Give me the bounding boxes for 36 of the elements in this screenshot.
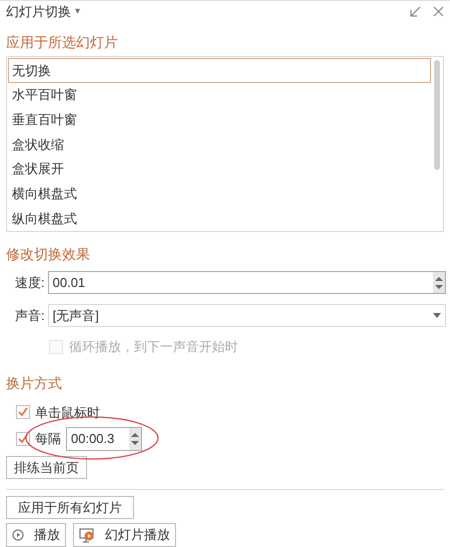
checkbox-label: 每隔: [35, 430, 61, 448]
panel-title: 幻灯片切换: [6, 2, 71, 21]
section-heading: 应用于所选幻灯片: [5, 33, 119, 52]
list-item[interactable]: 纵向棋盘式: [8, 206, 431, 232]
checkbox[interactable]: [16, 432, 30, 446]
dropdown-caret[interactable]: ▾: [75, 4, 80, 19]
section-heading: 换片方式: [5, 374, 63, 392]
field-label: 声音:: [15, 306, 45, 325]
sound-dropdown[interactable]: [无声音]: [48, 304, 446, 327]
list-item[interactable]: 盒状收缩: [8, 132, 431, 157]
list-item[interactable]: 无切换: [8, 58, 431, 83]
rehearse-button[interactable]: 排练当前页: [6, 456, 87, 479]
check-icon: [18, 407, 28, 418]
play-button[interactable]: 播放: [6, 523, 66, 547]
list-item[interactable]: 横向棋盘式: [8, 182, 431, 206]
field-label: 速度:: [15, 274, 45, 292]
spinner-arrows-icon[interactable]: [129, 428, 141, 450]
checkbox-label: 循环播放，到下一声音开始时: [69, 338, 238, 356]
checkbox[interactable]: [16, 405, 30, 420]
scrollbar-thumb[interactable]: [434, 60, 440, 170]
caret-icon: [433, 313, 441, 318]
list-item[interactable]: 盒状展开: [8, 156, 431, 182]
list-item[interactable]: 垂直百叶窗: [8, 107, 431, 132]
check-icon: [18, 434, 28, 444]
section-heading: 修改切换效果: [5, 245, 91, 264]
interval-field[interactable]: 00:00.3: [66, 427, 142, 451]
apply-all-button[interactable]: 应用于所有幻灯片: [6, 496, 134, 519]
projector-screen-icon: [79, 528, 95, 542]
checkbox-label: 单击鼠标时: [35, 404, 100, 422]
collapse-arrow-icon[interactable]: [410, 6, 421, 17]
spinner-arrows-icon[interactable]: [433, 272, 445, 293]
list-item[interactable]: 水平百叶窗: [8, 82, 431, 108]
close-icon[interactable]: [433, 6, 444, 17]
slideshow-button[interactable]: 幻灯片播放: [73, 523, 176, 547]
speed-field[interactable]: 00.01: [48, 271, 446, 294]
play-icon: [12, 529, 24, 541]
